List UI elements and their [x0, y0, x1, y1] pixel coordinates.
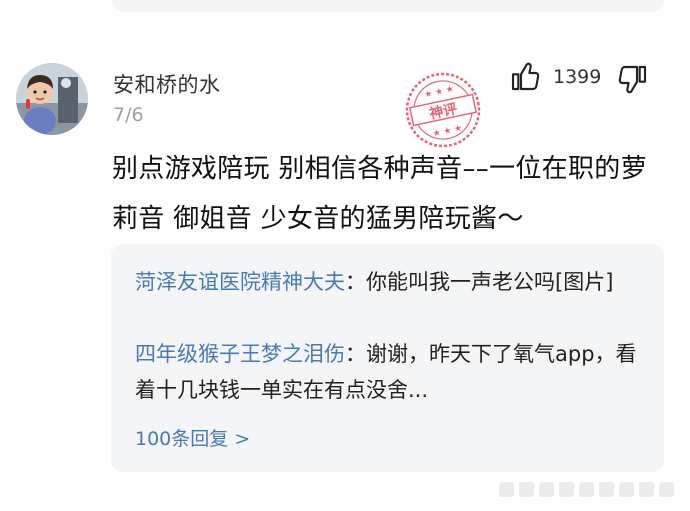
- comment-item: 安和桥的水 7/6 神评 ★ ★ ★ ★ ★ ★ 1399 别点游戏陪玩 别相信…: [0, 0, 690, 511]
- reply-author[interactable]: 四年级猴子王梦之泪伤: [135, 342, 345, 366]
- svg-text:★ ★ ★: ★ ★ ★: [424, 84, 455, 100]
- avatar-image: [16, 63, 88, 135]
- thumbs-down-icon: [618, 65, 647, 94]
- replies-box[interactable]: 菏泽友谊医院精神大夫：你能叫我一声老公吗[图片] 四年级猴子王梦之泪伤：谢谢，昨…: [111, 244, 664, 472]
- reply-item[interactable]: 四年级猴子王梦之泪伤：谢谢，昨天下了氧气app，看着十几块钱一单实在有点没舍..…: [135, 336, 645, 408]
- comment-text[interactable]: 别点游戏陪玩 别相信各种声音––一位在职的萝莉音 御姐音 少女音的猛男陪玩酱～: [112, 144, 672, 244]
- username[interactable]: 安和桥的水: [113, 69, 221, 99]
- reply-separator: ：: [345, 270, 366, 294]
- reply-separator: ：: [345, 342, 366, 366]
- more-replies-link[interactable]: 100条回复 >: [135, 424, 250, 451]
- avatar[interactable]: [16, 63, 88, 135]
- reply-item[interactable]: 菏泽友谊医院精神大夫：你能叫我一声老公吗[图片]: [135, 264, 645, 300]
- reply-author[interactable]: 菏泽友谊医院精神大夫: [135, 270, 345, 294]
- thumbs-up-icon: [511, 62, 540, 91]
- like-count: 1399: [553, 66, 602, 88]
- watermark: [499, 482, 674, 497]
- comment-date: 7/6: [113, 104, 144, 126]
- svg-text:★ ★ ★: ★ ★ ★: [432, 124, 463, 140]
- like-button[interactable]: [506, 58, 544, 96]
- dislike-button[interactable]: [614, 60, 652, 98]
- reply-content: 你能叫我一声老公吗[图片]: [366, 270, 614, 294]
